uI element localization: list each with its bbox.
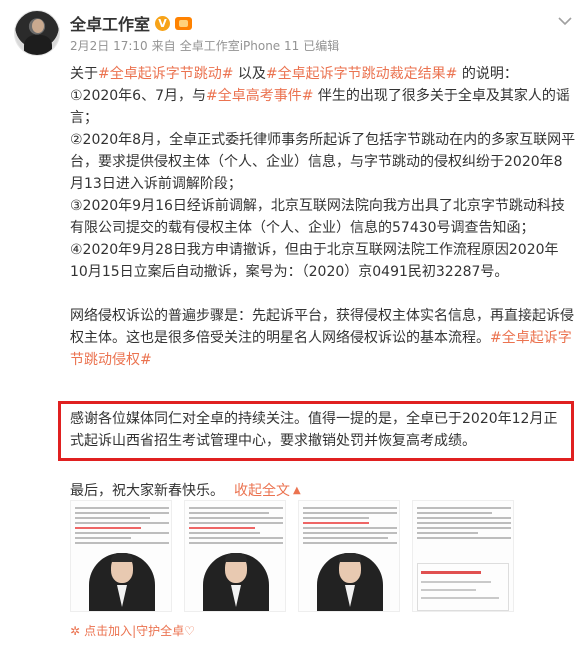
item-2: ②2020年8月，全卓正式委托律师事务所起诉了包括字节跳动在内的多家互联网平台，… (70, 132, 576, 192)
highlight-text: 感谢各位媒体同仁对全卓的持续关注。值得一提的是，全卓已于2020年12月正式起诉… (70, 411, 558, 449)
document-panel-line (421, 581, 491, 583)
join-link[interactable]: 点击加入|守护全卓♡ (84, 622, 195, 639)
collapse-button[interactable]: 收起全文 ▲ (234, 480, 301, 502)
document-panel-title (421, 571, 481, 574)
avatar-body (24, 35, 52, 55)
document-panel-line (421, 597, 499, 599)
post-source: 全卓工作室iPhone 11 (179, 39, 300, 53)
closing-row: 最后，祝大家新春快乐。 收起全文 ▲ (70, 480, 301, 502)
weibo-vip-icon[interactable] (175, 16, 193, 30)
caret-up-icon: ▲ (293, 485, 301, 496)
user-name[interactable]: 全卓工作室 (70, 11, 150, 35)
image-thumbnail[interactable] (184, 500, 286, 612)
weibo-post: 全卓工作室 V 2月2日 17:10 来自 全卓工作室iPhone 11 已编辑… (0, 0, 586, 654)
item-1: ①2020年6、7月，与#全卓高考事件# 伴生的出现了很多关于全卓及其家人的谣言… (70, 85, 576, 129)
chevron-down-icon[interactable] (558, 16, 572, 26)
intro-mid: 以及 (233, 66, 266, 82)
document-snippet (75, 507, 169, 547)
image-grid (70, 500, 570, 612)
intro-line: 关于#全卓起诉字节跳动# 以及#全卓起诉字节跳动裁定结果# 的说明： (70, 63, 576, 85)
document-panel-line (421, 589, 476, 591)
intro-prefix: 关于 (70, 66, 98, 82)
post-content: 关于#全卓起诉字节跳动# 以及#全卓起诉字节跳动裁定结果# 的说明： ①2020… (70, 63, 576, 371)
avatar[interactable] (14, 10, 60, 56)
topic-link-ruling[interactable]: #全卓起诉字节跳动裁定结果# (266, 66, 457, 82)
post-date[interactable]: 2月2日 17:10 (70, 37, 148, 54)
image-thumbnail[interactable] (412, 500, 514, 612)
item-4: ④2020年9月28日我方申请撤诉，但由于北京互联网法院工作流程原因2020年1… (70, 242, 559, 280)
image-thumbnail[interactable] (70, 500, 172, 612)
document-snippet (303, 507, 397, 547)
document-snippet (417, 507, 511, 542)
item-1-prefix: ①2020年6、7月，与 (70, 88, 206, 104)
closing-text: 最后，祝大家新春快乐。 (70, 483, 224, 499)
source-prefix: 来自 (151, 39, 176, 53)
collapse-label: 收起全文 (234, 483, 290, 499)
supertopic-footer: ✲ 点击加入|守护全卓♡ (70, 622, 195, 639)
intro-suffix: 的说明： (457, 66, 518, 82)
item-3: ③2020年9月16日经诉前调解，北京互联网法院向我方出具了北京字节跳动科技有限… (70, 198, 565, 236)
sparkle-icon: ✲ (70, 623, 81, 638)
document-snippet (189, 507, 283, 547)
topic-link-exam[interactable]: #全卓高考事件# (206, 88, 313, 104)
avatar-face (32, 19, 44, 33)
image-thumbnail[interactable] (298, 500, 400, 612)
post-meta: 2月2日 17:10 来自 全卓工作室iPhone 11 已编辑 (70, 37, 339, 54)
verified-badge-icon: V (155, 15, 171, 31)
topic-link-lawsuit[interactable]: #全卓起诉字节跳动# (98, 66, 233, 82)
general-steps: 网络侵权诉讼的普遍步骤是：先起诉平台，获得侵权主体实名信息，再直接起诉侵权主体。… (70, 305, 576, 371)
edited-label[interactable]: 已编辑 (303, 37, 339, 54)
name-row: 全卓工作室 V (70, 11, 193, 35)
